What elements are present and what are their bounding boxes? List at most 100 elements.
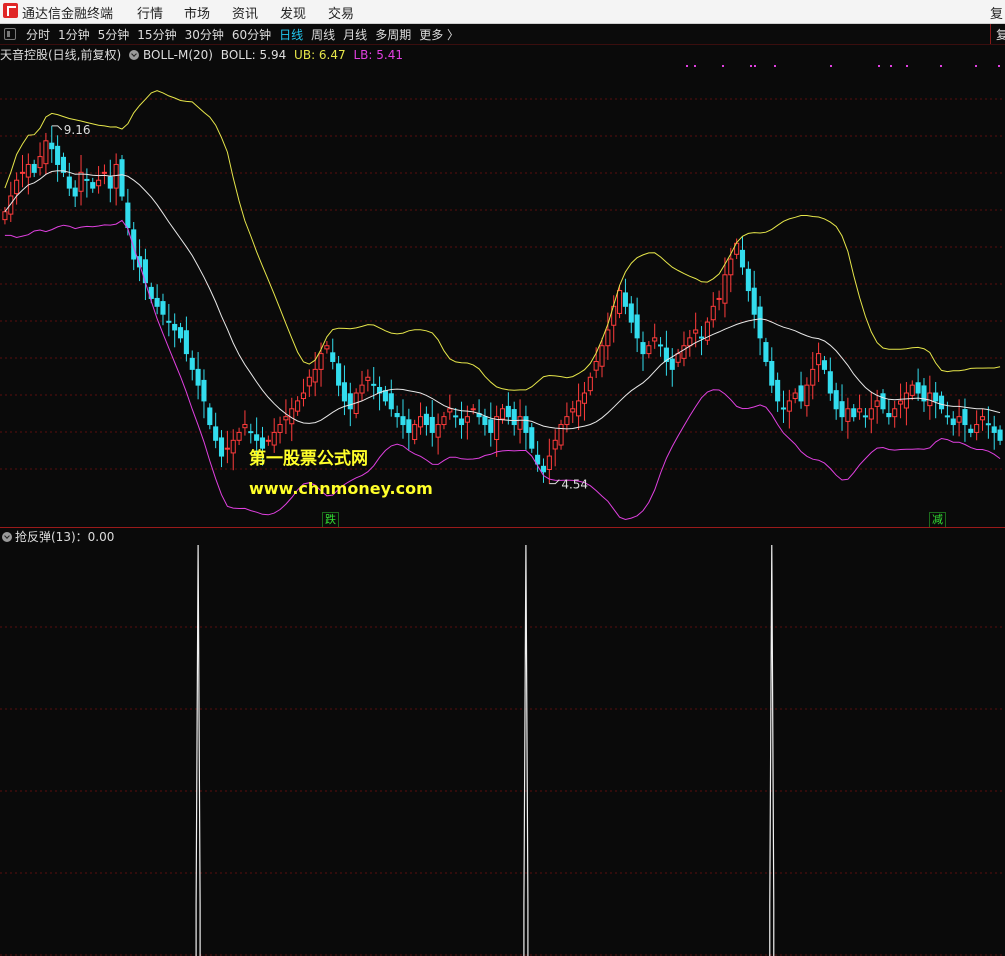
candle-down [482, 416, 488, 426]
menu-discover[interactable]: 发现 [280, 3, 306, 22]
candle-up [101, 171, 107, 174]
candle-down [49, 142, 55, 150]
candle-down [423, 413, 429, 426]
period-tab[interactable]: 周线 [311, 26, 335, 43]
sub-indicator-dropdown-icon[interactable] [2, 532, 12, 542]
period-tab[interactable]: 60分钟 [232, 26, 271, 43]
candle-down [371, 383, 377, 386]
price-chart[interactable]: 9.16 4.54 [0, 62, 1005, 527]
candle-down [347, 393, 353, 410]
candle-up [593, 360, 599, 371]
candle-up [43, 140, 49, 165]
rebound-spike [523, 545, 529, 956]
candle-up [441, 416, 447, 426]
candle-up [587, 376, 593, 392]
candle-up [687, 337, 693, 347]
sub-indicator-chart[interactable] [0, 545, 1005, 956]
candle-up [792, 392, 798, 400]
candle-up [412, 424, 418, 441]
candle-up [96, 179, 102, 187]
menu-market-quotes[interactable]: 行情 [137, 3, 163, 22]
candle-up [300, 392, 307, 400]
candle-up [599, 345, 605, 367]
candle-up [816, 353, 822, 366]
candle-up [546, 455, 552, 470]
indicator-name[interactable]: BOLL-M(20) [143, 48, 213, 62]
candle-up [710, 305, 716, 321]
candle-down [160, 301, 166, 315]
candle-down [66, 176, 72, 189]
candle-down [166, 320, 172, 323]
candle-up [892, 408, 898, 418]
candle-up [306, 376, 312, 387]
period-tab[interactable]: 更多 〉 [419, 26, 459, 43]
period-tab[interactable]: 30分钟 [185, 26, 224, 43]
candle-down [634, 314, 640, 339]
candle-up [242, 424, 248, 429]
candle-up [236, 431, 242, 441]
candle-down [622, 292, 628, 307]
signal-dot [830, 65, 832, 67]
candle-up [903, 392, 909, 409]
menu-trade[interactable]: 交易 [328, 3, 354, 22]
signal-dot [774, 65, 776, 67]
candle-down [382, 390, 388, 402]
candle-down [827, 371, 833, 394]
candle-up [295, 400, 301, 412]
sub-indicator-label[interactable]: 抢反弹(13)：0.00 [15, 530, 114, 544]
period-tab[interactable]: 月线 [343, 26, 367, 43]
signal-dot [878, 65, 880, 67]
period-tab[interactable]: 日线 [279, 26, 303, 43]
candle-up [857, 408, 863, 413]
candle-up [464, 416, 470, 423]
candle-up [786, 400, 792, 412]
restore-rights-button[interactable]: 复 [996, 26, 1005, 43]
app-title: 通达信金融终端 [22, 7, 114, 22]
watermark-title: 第一股票公式网 [249, 449, 368, 469]
candle-up [470, 408, 476, 411]
candle-down [330, 352, 336, 362]
period-tab[interactable]: 5分钟 [98, 26, 130, 43]
candle-down [523, 416, 529, 433]
candle-up [19, 171, 26, 174]
main-chart-info: 天音控股(日线,前复权) BOLL-M(20) BOLL: 5.94 UB: 6… [0, 46, 407, 62]
period-tab[interactable]: 15分钟 [137, 26, 176, 43]
candle-down [458, 418, 465, 426]
candle-up [359, 384, 365, 394]
candle-down [388, 393, 394, 410]
panel-divider[interactable] [0, 527, 1005, 528]
candle-down [780, 407, 787, 410]
candle-up [417, 416, 424, 428]
indicator-dropdown-icon[interactable] [129, 50, 140, 60]
candle-down [218, 437, 225, 457]
panel-toggle-icon[interactable] [4, 28, 16, 40]
candle-down [821, 360, 828, 370]
rebound-spike [769, 545, 775, 956]
candle-down [886, 413, 892, 418]
period-tab[interactable]: 1分钟 [58, 26, 90, 43]
candle-down [798, 385, 804, 402]
signal-dot [686, 65, 688, 67]
candle-down [31, 163, 37, 173]
candle-up [435, 424, 441, 438]
candle-up [722, 274, 728, 304]
toolbar-divider [990, 24, 991, 44]
candle-down [341, 382, 347, 402]
stock-label: 天音控股(日线,前复权) [0, 48, 122, 62]
candle-down [248, 431, 254, 434]
candle-up [499, 408, 506, 420]
candle-down [658, 344, 664, 347]
menu-right-edge[interactable]: 复 [990, 3, 1003, 22]
rebound-spike [195, 545, 201, 956]
menu-market[interactable]: 市场 [184, 3, 210, 22]
candle-up [265, 439, 271, 442]
menu-news[interactable]: 资讯 [232, 3, 258, 22]
period-tab[interactable]: 分时 [26, 26, 50, 43]
signal-dot [906, 65, 908, 67]
candle-down [985, 423, 991, 426]
period-tab[interactable]: 多周期 [375, 26, 411, 43]
candle-down [944, 415, 950, 418]
candle-down [72, 187, 78, 197]
signal-dot [694, 65, 696, 67]
candle-down [505, 405, 511, 418]
